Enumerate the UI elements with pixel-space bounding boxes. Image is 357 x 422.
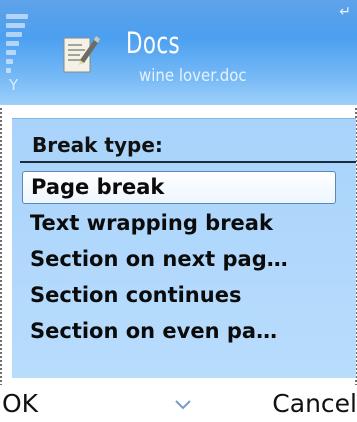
softkey-bar: OK Cancel [0, 385, 357, 422]
corner-indicator-icon: ↵ [339, 4, 351, 20]
left-border [0, 108, 2, 398]
antenna-icon: Y [9, 76, 19, 94]
option-label: Page break [31, 175, 165, 199]
option-label: Section on even pa… [30, 319, 278, 343]
app-title: Docs [126, 26, 181, 60]
option-page-break[interactable]: Page break [22, 171, 336, 204]
break-type-dialog: Break type: Page break Text wrapping bre… [12, 118, 356, 378]
option-section-next-page[interactable]: Section on next pag… [22, 243, 352, 276]
option-section-even-page[interactable]: Section on even pa… [22, 315, 352, 348]
docs-app-icon [60, 30, 100, 76]
option-section-continues[interactable]: Section continues [22, 279, 352, 312]
title-pane: Y Docs wine lover.doc ↵ [0, 0, 357, 105]
option-label: Section on next pag… [30, 247, 288, 271]
option-label: Section continues [30, 283, 242, 307]
heading-divider [20, 161, 356, 163]
document-name: wine lover.doc [139, 66, 247, 86]
dialog-heading: Break type: [32, 133, 163, 157]
cancel-softkey[interactable]: Cancel [272, 389, 357, 418]
ok-softkey[interactable]: OK [2, 389, 38, 418]
chevron-down-icon[interactable] [172, 393, 194, 415]
option-label: Text wrapping break [30, 211, 273, 235]
option-text-wrapping-break[interactable]: Text wrapping break [22, 207, 352, 240]
